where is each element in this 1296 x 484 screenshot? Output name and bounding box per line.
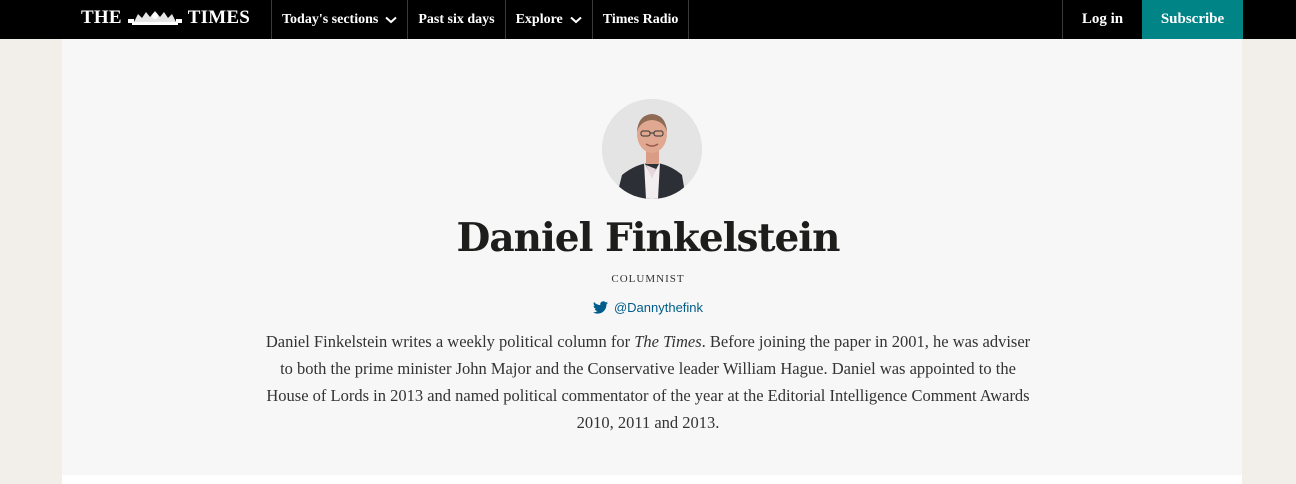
section-nav: Today's sections Past six days Explore T… bbox=[271, 0, 690, 39]
twitter-handle: @Dannythefink bbox=[613, 300, 704, 315]
subscribe-button[interactable]: Subscribe bbox=[1142, 0, 1243, 39]
author-name: Daniel Finkelstein bbox=[456, 215, 841, 261]
nav-times-radio[interactable]: Times Radio bbox=[593, 0, 690, 39]
nav-past-six-days[interactable]: Past six days bbox=[408, 0, 506, 39]
author-role: COLUMNIST bbox=[611, 273, 685, 285]
login-button[interactable]: Log in bbox=[1062, 0, 1142, 39]
bio-publication: The Times bbox=[634, 332, 702, 351]
nav-todays-sections[interactable]: Today's sections bbox=[272, 0, 409, 39]
logo-text-times: TIMES bbox=[187, 7, 250, 28]
author-photo bbox=[602, 99, 702, 199]
chevron-down-icon bbox=[385, 16, 398, 23]
nav-label: Past six days bbox=[418, 11, 495, 27]
logo-text-the: THE bbox=[81, 7, 122, 28]
content-area bbox=[62, 475, 1242, 484]
nav-label: Times Radio bbox=[602, 11, 679, 27]
nav-label: Explore bbox=[515, 11, 563, 27]
top-navigation: THE TIMES Today's sections Past six days… bbox=[0, 0, 1296, 39]
author-avatar bbox=[602, 99, 702, 199]
author-bio: Daniel Finkelstein writes a weekly polit… bbox=[262, 328, 1034, 436]
times-logo[interactable]: THE TIMES bbox=[81, 6, 250, 30]
chevron-down-icon bbox=[570, 16, 582, 23]
nav-explore[interactable]: Explore bbox=[506, 0, 593, 39]
bio-text-start: Daniel Finkelstein writes a weekly polit… bbox=[265, 332, 635, 351]
nav-label: Today's sections bbox=[282, 11, 379, 27]
twitter-link[interactable]: @Dannythefink bbox=[0, 300, 1296, 315]
twitter-icon bbox=[592, 301, 608, 314]
crest-icon bbox=[127, 11, 182, 25]
